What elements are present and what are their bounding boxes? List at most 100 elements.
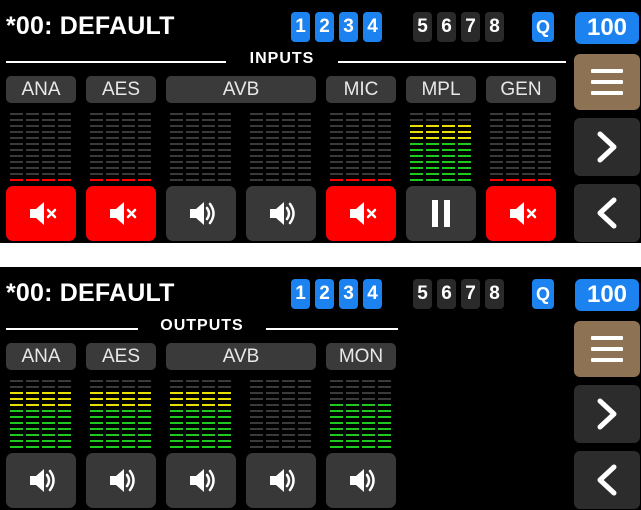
meter-segment: [106, 113, 119, 115]
scene-6-button[interactable]: 6: [437, 279, 456, 309]
meter-segment: [250, 143, 263, 145]
unmute-button[interactable]: [246, 453, 316, 508]
meter-segment: [106, 422, 119, 424]
next-button[interactable]: [574, 118, 640, 176]
meter-segment: [186, 125, 199, 127]
scene-8-button[interactable]: 8: [485, 12, 504, 42]
meter-segment: [362, 446, 375, 448]
meter-segment: [362, 167, 375, 169]
meter-segment: [490, 143, 503, 145]
scene-7-button[interactable]: 7: [461, 279, 480, 309]
meter-segment: [250, 149, 263, 151]
channel-tab-ana[interactable]: ANA: [6, 343, 76, 370]
meter-segment: [10, 137, 23, 139]
back-button[interactable]: [574, 184, 640, 242]
unmute-button[interactable]: [166, 453, 236, 508]
meter-segment: [58, 113, 71, 115]
scene-7-button[interactable]: 7: [461, 12, 480, 42]
channel-tab-ana[interactable]: ANA: [6, 76, 76, 103]
meter-segment: [218, 428, 231, 430]
meter-segment: [266, 434, 279, 436]
unmute-button[interactable]: [166, 186, 236, 241]
channel-tab-avb[interactable]: AVB: [166, 76, 316, 103]
channel-tab-mon[interactable]: MON: [326, 343, 396, 370]
scene-8-button[interactable]: 8: [485, 279, 504, 309]
channel-tab-avb[interactable]: AVB: [166, 343, 316, 370]
scene-5-button[interactable]: 5: [413, 279, 432, 309]
meter-segment: [170, 398, 183, 400]
meter-segment: [266, 113, 279, 115]
mute-button[interactable]: [86, 186, 156, 241]
scene-2-button[interactable]: 2: [315, 279, 334, 309]
scene-3-button[interactable]: 3: [339, 279, 358, 309]
meter-segment: [330, 125, 343, 127]
meter-segment: [282, 422, 295, 424]
meter-segment: [202, 440, 215, 442]
meter-segment: [170, 428, 183, 430]
meter-segment: [298, 167, 311, 169]
q-button[interactable]: Q: [532, 12, 554, 42]
meter-segment: [362, 434, 375, 436]
meter-segment: [170, 119, 183, 121]
menu-button[interactable]: [574, 54, 640, 110]
unmute-button[interactable]: [6, 453, 76, 508]
mute-button[interactable]: [486, 186, 556, 241]
meter-segment: [426, 155, 439, 157]
scene-3-button[interactable]: 3: [339, 12, 358, 42]
next-button[interactable]: [574, 385, 640, 443]
scene-4-button[interactable]: 4: [363, 12, 382, 42]
meter-segment: [202, 113, 215, 115]
channel-tab-mpl[interactable]: MPL: [406, 76, 476, 103]
meter-segment: [266, 149, 279, 151]
meter-segment: [298, 125, 311, 127]
meter-segment: [42, 422, 55, 424]
meter-segment: [106, 119, 119, 121]
meter-segment: [442, 113, 455, 115]
meter-segment: [330, 113, 343, 115]
back-button[interactable]: [574, 451, 640, 509]
q-button[interactable]: Q: [532, 279, 554, 309]
meter-segment: [426, 137, 439, 139]
channel-tab-aes[interactable]: AES: [86, 76, 156, 103]
meter-segment: [410, 149, 423, 151]
scene-6-button[interactable]: 6: [437, 12, 456, 42]
meter-segment: [122, 446, 135, 448]
scene-5-button[interactable]: 5: [413, 12, 432, 42]
meter-segment: [522, 125, 535, 127]
meter-segment: [330, 380, 343, 382]
meter-segment: [170, 386, 183, 388]
meter-segment: [186, 386, 199, 388]
scene-4-button[interactable]: 4: [363, 279, 382, 309]
meter-segment: [58, 155, 71, 157]
menu-button[interactable]: [574, 321, 640, 377]
channel-tab-gen[interactable]: GEN: [486, 76, 556, 103]
channel-tab-mic[interactable]: MIC: [326, 76, 396, 103]
meter-segment: [202, 155, 215, 157]
unmute-button[interactable]: [86, 453, 156, 508]
channel-tab-aes[interactable]: AES: [86, 343, 156, 370]
meter-segment: [42, 446, 55, 448]
meter-segment: [26, 119, 39, 121]
meter-segment: [266, 440, 279, 442]
pause-button[interactable]: [406, 186, 476, 241]
unmute-button[interactable]: [246, 186, 316, 241]
scene-1-button[interactable]: 1: [291, 279, 310, 309]
mute-button[interactable]: [6, 186, 76, 241]
meter-segment: [42, 179, 55, 181]
meter-segment: [42, 398, 55, 400]
level-button[interactable]: 100: [575, 279, 639, 311]
section-divider-left: [6, 61, 226, 63]
meter-segment: [42, 155, 55, 157]
level-button[interactable]: 100: [575, 12, 639, 44]
meter-segment: [202, 380, 215, 382]
meter-segment: [90, 446, 103, 448]
scene-2-button[interactable]: 2: [315, 12, 334, 42]
meter-segment: [298, 422, 311, 424]
meter-segment: [506, 143, 519, 145]
scene-1-button[interactable]: 1: [291, 12, 310, 42]
meter-segment: [266, 179, 279, 181]
meter-segment: [282, 173, 295, 175]
meter-segment: [186, 398, 199, 400]
mute-button[interactable]: [326, 186, 396, 241]
unmute-button[interactable]: [326, 453, 396, 508]
